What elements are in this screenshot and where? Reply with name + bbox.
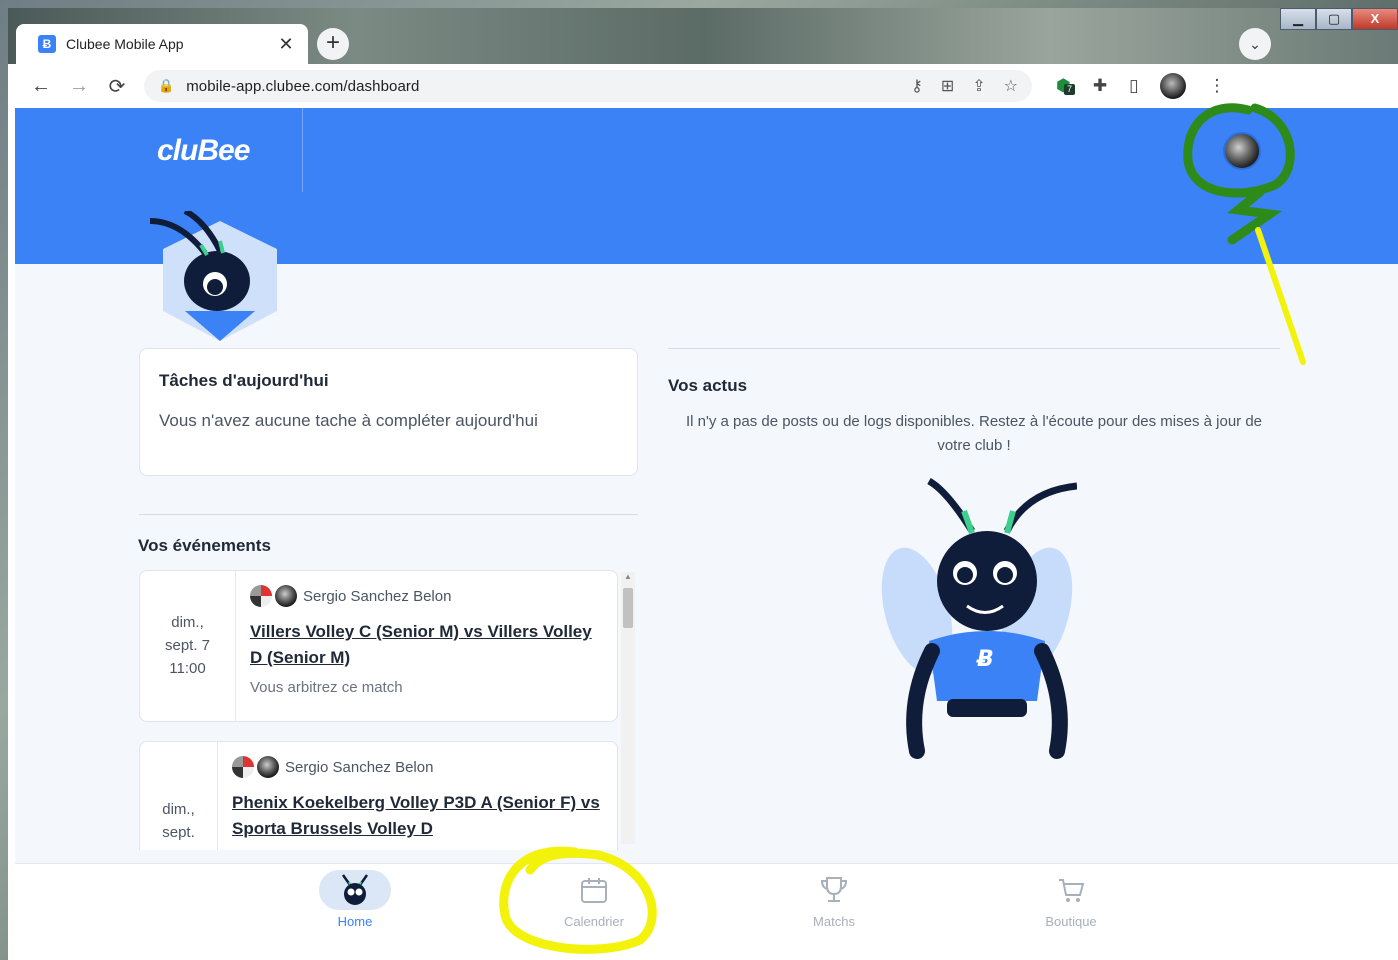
- maximize-button[interactable]: ▢: [1316, 8, 1352, 30]
- nav-boutique-label: Boutique: [1045, 914, 1097, 929]
- news-divider: [668, 348, 1280, 349]
- browser-toolbar: ← → ⟳ 🔒 mobile-app.clubee.com/dashboard …: [8, 64, 1398, 108]
- extension-shield-icon[interactable]: ⬢7: [1056, 76, 1076, 96]
- scroll-up-icon[interactable]: ▲: [621, 572, 635, 584]
- bee-icon: [319, 870, 391, 910]
- tasks-title: Tâches d'aujourd'hui: [159, 371, 329, 390]
- mascot-badge-icon: [149, 211, 277, 341]
- organizer-avatar: [275, 585, 297, 607]
- bottom-navigation: Home Calendrier Matchs Boutique: [15, 863, 1398, 960]
- browser-titlebar: Ƀ Clubee Mobile App ✕ + ⌄ ▁ ▢ X: [8, 8, 1398, 64]
- clubee-favicon-icon: Ƀ: [38, 35, 56, 53]
- lock-icon[interactable]: 🔒: [158, 78, 174, 94]
- news-title: Vos actus: [668, 376, 748, 395]
- clubee-app: cluBee Tâches d'aujourd'hui Vous n'avez …: [15, 108, 1398, 960]
- cart-icon: [1035, 870, 1107, 910]
- back-icon[interactable]: ←: [22, 75, 60, 98]
- event-date: dim., sept. 7 11:00: [140, 571, 236, 721]
- event-date: dim., sept.: [140, 742, 218, 850]
- events-scrollbar[interactable]: ▲: [621, 572, 635, 844]
- side-panel-icon[interactable]: ▯: [1129, 76, 1138, 96]
- minimize-button[interactable]: ▁: [1280, 8, 1316, 30]
- close-tab-icon[interactable]: ✕: [276, 34, 296, 55]
- clubee-logo[interactable]: cluBee: [157, 134, 250, 168]
- calendar-icon: [558, 870, 630, 910]
- nav-boutique[interactable]: Boutique: [1011, 870, 1131, 929]
- reload-icon[interactable]: ⟳: [98, 74, 136, 99]
- browser-profile-avatar[interactable]: [1160, 73, 1187, 99]
- events-list[interactable]: dim., sept. 7 11:00 Sergio Sanchez Belon…: [139, 570, 637, 850]
- event-organizer: Sergio Sanchez Belon: [285, 758, 434, 776]
- nav-home[interactable]: Home: [295, 870, 415, 929]
- news-empty-text: Il n'y a pas de posts ou de logs disponi…: [685, 413, 1263, 454]
- browser-menu-icon[interactable]: ⋮: [1208, 76, 1225, 96]
- nav-matchs-label: Matchs: [813, 914, 855, 929]
- event-card[interactable]: dim., sept. Sergio Sanchez Belon Phenix …: [139, 741, 618, 850]
- bee-mascot-icon: Ƀ: [881, 477, 1077, 759]
- event-card[interactable]: dim., sept. 7 11:00 Sergio Sanchez Belon…: [139, 570, 618, 722]
- club-logo-icon: [250, 585, 272, 607]
- event-organizer: Sergio Sanchez Belon: [303, 587, 452, 605]
- tab-title: Clubee Mobile App: [66, 36, 184, 52]
- tasks-empty-text: Vous n'avez aucune tache à compléter auj…: [159, 411, 538, 430]
- browser-tab[interactable]: Ƀ Clubee Mobile App ✕: [16, 24, 308, 64]
- share-icon[interactable]: ⇪: [972, 76, 985, 96]
- event-match-link[interactable]: Villers Volley C (Senior M) vs Villers V…: [250, 619, 605, 671]
- tab-search-button[interactable]: ⌄: [1239, 28, 1271, 60]
- url-text[interactable]: mobile-app.clubee.com/dashboard: [186, 78, 419, 95]
- nav-calendrier[interactable]: Calendrier: [534, 870, 654, 929]
- nav-calendrier-label: Calendrier: [564, 914, 624, 929]
- new-tab-button[interactable]: +: [317, 28, 349, 60]
- event-role: Vous arbitrez ce match: [250, 679, 403, 696]
- organizer-avatar: [257, 756, 279, 778]
- header-divider: [302, 108, 303, 192]
- event-match-link[interactable]: Phenix Koekelberg Volley P3D A (Senior F…: [232, 790, 605, 842]
- extensions-puzzle-icon[interactable]: ✚: [1093, 76, 1107, 96]
- forward-icon[interactable]: →: [60, 75, 98, 98]
- trophy-icon: [798, 870, 870, 910]
- window-controls: ▁ ▢ X: [1280, 8, 1398, 30]
- close-window-button[interactable]: X: [1352, 8, 1398, 30]
- scroll-thumb[interactable]: [623, 588, 633, 628]
- address-bar[interactable]: 🔒 mobile-app.clubee.com/dashboard ⚷ ⊞ ⇪ …: [144, 70, 1032, 102]
- tasks-card: Tâches d'aujourd'hui Vous n'avez aucune …: [139, 348, 638, 476]
- club-logo-icon: [232, 756, 254, 778]
- events-divider: [139, 514, 638, 515]
- browser-window: Ƀ Clubee Mobile App ✕ + ⌄ ▁ ▢ X ← → ⟳ 🔒 …: [8, 8, 1398, 960]
- user-avatar[interactable]: [1223, 132, 1261, 170]
- extension-badge: 7: [1064, 84, 1076, 95]
- key-icon[interactable]: ⚷: [911, 76, 923, 96]
- translate-icon[interactable]: ⊞: [941, 76, 954, 96]
- nav-home-label: Home: [337, 914, 373, 929]
- bookmark-star-icon[interactable]: ☆: [1004, 76, 1018, 96]
- svg-text:Ƀ: Ƀ: [976, 647, 994, 672]
- nav-matchs[interactable]: Matchs: [774, 870, 894, 929]
- events-title: Vos événements: [138, 536, 271, 555]
